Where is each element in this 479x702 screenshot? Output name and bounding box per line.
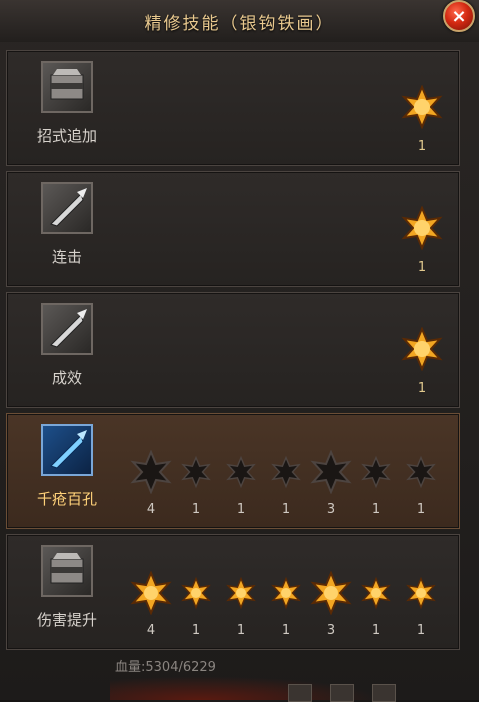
star-level: 4 xyxy=(146,623,156,638)
star-node-empty[interactable] xyxy=(219,450,263,494)
star-level: 1 xyxy=(371,623,381,638)
close-button[interactable]: × xyxy=(443,0,475,32)
star-node-lit[interactable] xyxy=(400,205,444,251)
bottom-icon xyxy=(372,684,396,702)
star-node-empty[interactable] xyxy=(264,450,308,494)
star-node-lit[interactable] xyxy=(219,571,263,615)
close-icon: × xyxy=(451,5,467,27)
star-node-lit[interactable] xyxy=(400,84,444,130)
star-node-lit[interactable] xyxy=(400,326,444,372)
spear-icon[interactable] xyxy=(41,303,93,355)
star-level: 4 xyxy=(146,502,156,517)
star-node-empty[interactable] xyxy=(129,449,173,495)
skill-panel-lianji[interactable]: 连击 1 xyxy=(6,171,460,287)
star-level: 1 xyxy=(371,502,381,517)
star-level: 1 xyxy=(416,623,426,638)
star-level: 1 xyxy=(191,623,201,638)
skill-name-label: 招式追加 xyxy=(36,127,97,145)
helmet-icon[interactable] xyxy=(41,545,93,597)
star-node-empty[interactable] xyxy=(309,449,353,495)
star-node-lit[interactable] xyxy=(264,571,308,615)
star-level: 1 xyxy=(417,381,427,396)
helmet-icon[interactable] xyxy=(41,61,93,113)
star-level: 1 xyxy=(236,502,246,517)
star-level: 3 xyxy=(326,623,336,638)
skill-panel-chengxiao[interactable]: 成效 1 xyxy=(6,292,460,408)
star-level: 1 xyxy=(236,623,246,638)
star-level: 1 xyxy=(417,139,427,154)
star-node-lit[interactable] xyxy=(399,571,443,615)
bottom-icon xyxy=(330,684,354,702)
skill-window: 精修技能（银钩铁画） × 招式追加 1 连击 1 成效 1 千疮百孔 4 1 1… xyxy=(0,0,479,702)
star-level: 3 xyxy=(326,502,336,517)
star-node-lit[interactable] xyxy=(174,571,218,615)
star-node-empty[interactable] xyxy=(174,450,218,494)
skill-panel-shanghaitisheng[interactable]: 伤害提升 4 1 1 1 3 1 1 xyxy=(6,534,460,650)
star-level: 1 xyxy=(281,502,291,517)
bottom-decoration xyxy=(110,672,410,700)
skill-panel-zhaoshi[interactable]: 招式追加 1 xyxy=(6,50,460,166)
skill-name-label: 连击 xyxy=(51,248,82,266)
star-node-empty[interactable] xyxy=(399,450,443,494)
star-level: 1 xyxy=(191,502,201,517)
skill-name-label: 伤害提升 xyxy=(36,611,97,629)
blue-spear-icon[interactable] xyxy=(41,424,93,476)
title-bar: 精修技能（银钩铁画） × xyxy=(0,0,479,42)
spear-icon[interactable] xyxy=(41,182,93,234)
star-node-lit[interactable] xyxy=(354,571,398,615)
star-node-lit[interactable] xyxy=(129,570,173,616)
star-level: 1 xyxy=(281,623,291,638)
star-level: 1 xyxy=(417,260,427,275)
star-level: 1 xyxy=(416,502,426,517)
skill-name-label: 千疮百孔 xyxy=(36,490,97,508)
skill-panel-qianchuangbaikong[interactable]: 千疮百孔 4 1 1 1 3 1 1 xyxy=(6,413,460,529)
bottom-icon xyxy=(288,684,312,702)
star-node-empty[interactable] xyxy=(354,450,398,494)
skill-name-label: 成效 xyxy=(51,369,82,387)
window-title: 精修技能（银钩铁画） xyxy=(144,14,335,34)
star-node-lit[interactable] xyxy=(309,570,353,616)
